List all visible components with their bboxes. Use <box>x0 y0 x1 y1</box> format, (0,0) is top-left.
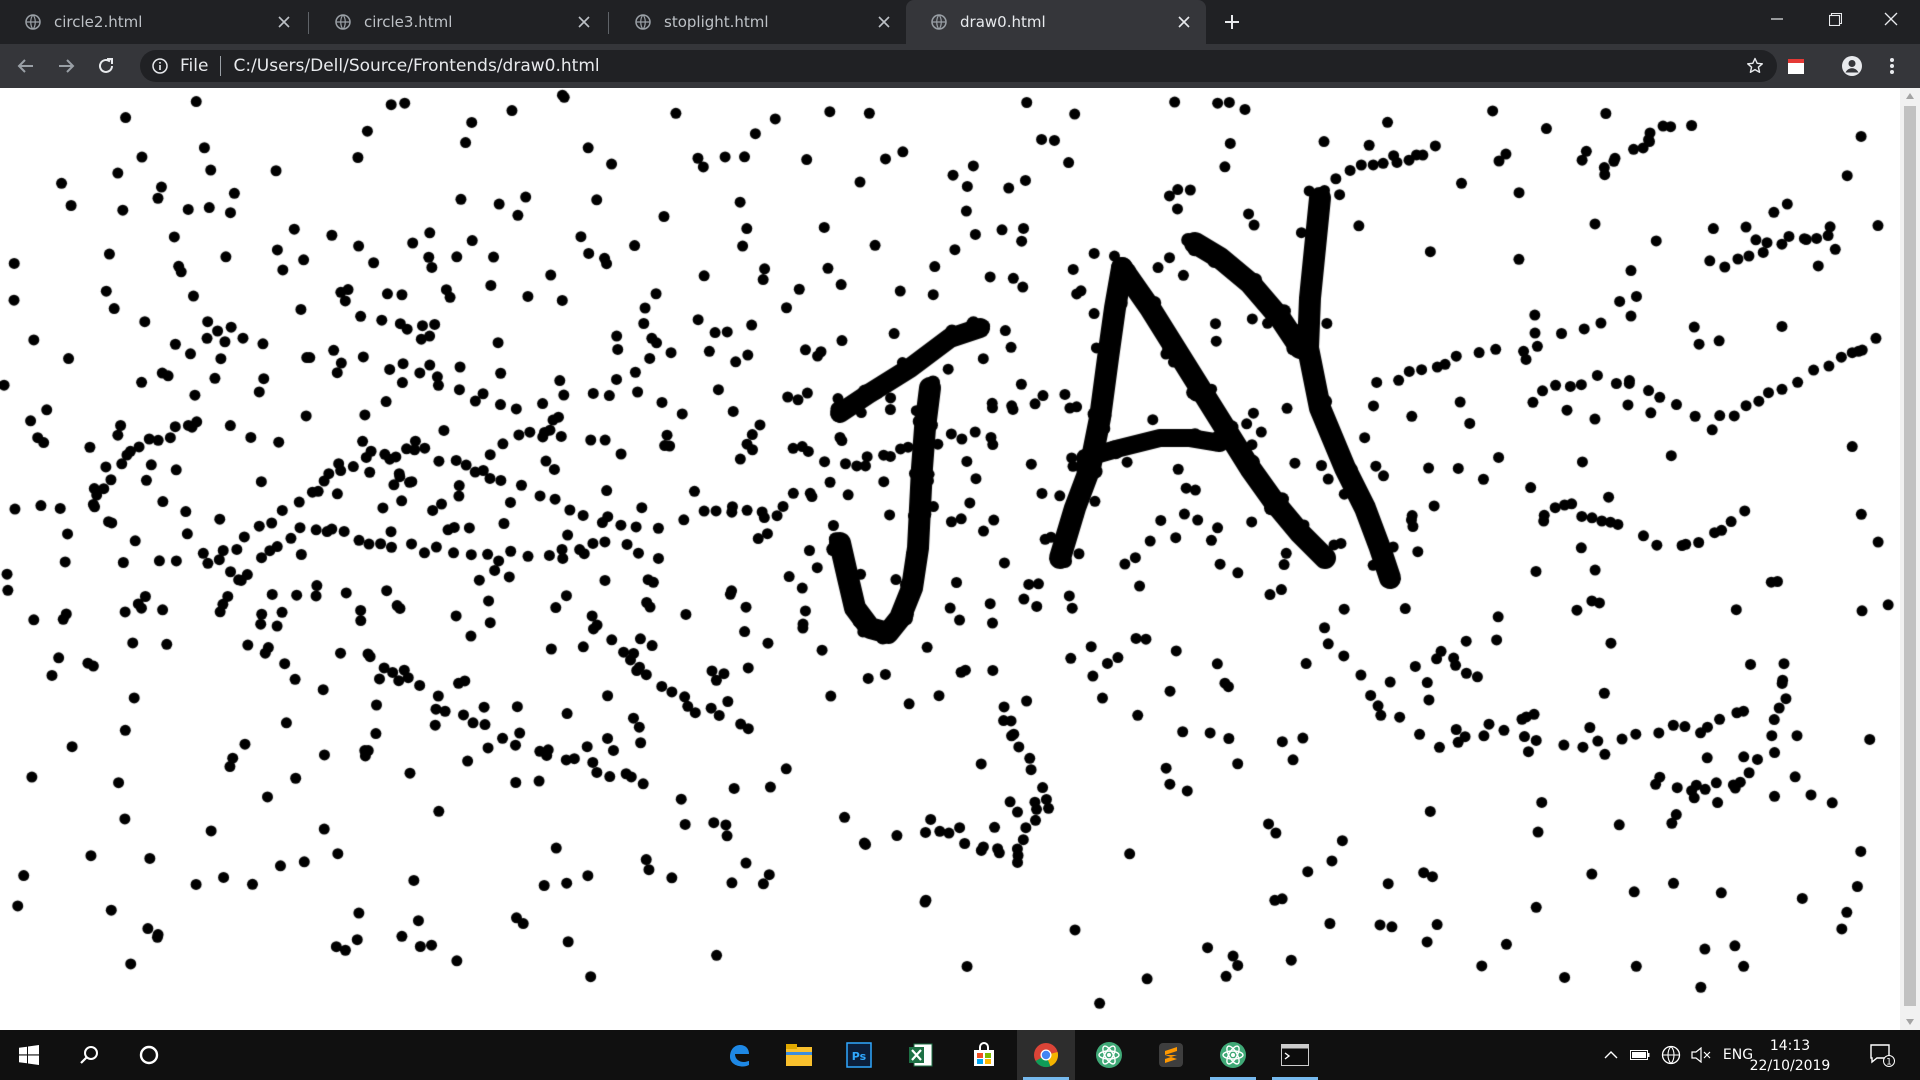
browser-toolbar: File C:/Users/Dell/Source/Frontends/draw… <box>0 44 1920 88</box>
globe-icon <box>24 13 42 31</box>
tab-circle2[interactable]: circle2.html <box>0 0 306 44</box>
terminal-icon[interactable] <box>1266 1030 1324 1080</box>
tab-title: draw0.html <box>960 13 1046 31</box>
tab-strip: circle2.html circle3.html stoplight.html… <box>0 0 1920 44</box>
account-icon[interactable] <box>1836 50 1868 82</box>
search-icon[interactable] <box>60 1030 118 1080</box>
scheme-label: File <box>180 56 209 76</box>
tab-circle3[interactable]: circle3.html <box>310 0 606 44</box>
info-icon[interactable] <box>150 56 170 76</box>
omnibox-separator <box>220 56 222 76</box>
scroll-down-arrow-icon[interactable] <box>1900 1014 1920 1030</box>
close-tab-icon[interactable] <box>272 10 296 34</box>
reload-icon[interactable] <box>90 50 122 82</box>
scrollbar[interactable] <box>1900 88 1920 1030</box>
tab-title: stoplight.html <box>664 13 769 31</box>
plus-icon[interactable] <box>1218 8 1246 36</box>
drawing-canvas[interactable] <box>0 88 1900 1030</box>
drawing-page <box>0 88 1900 1030</box>
excel-icon[interactable] <box>892 1030 950 1080</box>
speaker-muted-icon[interactable] <box>1688 1030 1714 1080</box>
system-clock[interactable]: 14:13 22/10/2019 <box>1745 1036 1835 1076</box>
chevron-up-icon[interactable] <box>1600 1030 1622 1080</box>
tab-separator <box>308 12 309 34</box>
notifications-icon[interactable]: 1 <box>1862 1030 1902 1080</box>
clock-date: 22/10/2019 <box>1749 1058 1831 1074</box>
back-arrow-icon[interactable] <box>10 50 42 82</box>
windows-taskbar: Ps ENG 14:13 22/10/2019 1 <box>0 1030 1920 1080</box>
tab-title: circle2.html <box>54 13 143 31</box>
windows-start-icon[interactable] <box>0 1030 58 1080</box>
forward-arrow-icon[interactable] <box>50 50 82 82</box>
globe-icon <box>634 13 652 31</box>
close-tab-icon[interactable] <box>872 10 896 34</box>
sublime-text-icon[interactable] <box>1142 1030 1200 1080</box>
globe-icon <box>334 13 352 31</box>
atom-icon[interactable] <box>1080 1030 1138 1080</box>
scrollbar-thumb[interactable] <box>1904 106 1916 1006</box>
close-tab-icon[interactable] <box>1172 10 1196 34</box>
maximize-icon[interactable] <box>1806 0 1864 38</box>
calendar-extension-icon[interactable] <box>1780 50 1812 82</box>
network-globe-icon[interactable] <box>1658 1030 1684 1080</box>
globe-icon <box>930 13 948 31</box>
atom-icon[interactable] <box>1204 1030 1262 1080</box>
edge-icon[interactable] <box>710 1030 768 1080</box>
file-explorer-icon[interactable] <box>770 1030 828 1080</box>
cortana-icon[interactable] <box>120 1030 178 1080</box>
close-tab-icon[interactable] <box>572 10 596 34</box>
tab-separator <box>608 12 609 34</box>
photoshop-icon[interactable]: Ps <box>830 1030 888 1080</box>
tab-title: circle3.html <box>364 13 453 31</box>
store-icon[interactable] <box>955 1030 1013 1080</box>
url-text[interactable]: C:/Users/Dell/Source/Frontends/draw0.htm… <box>233 56 599 76</box>
tab-stoplight[interactable]: stoplight.html <box>610 0 906 44</box>
notification-count: 1 <box>1886 1058 1892 1068</box>
scroll-up-arrow-icon[interactable] <box>1900 88 1920 104</box>
clock-time: 14:13 <box>1769 1038 1811 1054</box>
address-bar[interactable]: File C:/Users/Dell/Source/Frontends/draw… <box>140 50 1777 82</box>
svg-text:Ps: Ps <box>852 1050 867 1063</box>
battery-icon[interactable] <box>1628 1030 1652 1080</box>
star-icon[interactable] <box>1745 56 1765 76</box>
close-icon[interactable] <box>1862 0 1920 38</box>
kebab-menu-icon[interactable] <box>1876 50 1908 82</box>
minimize-icon[interactable] <box>1748 0 1806 38</box>
tab-draw0[interactable]: draw0.html <box>906 0 1206 44</box>
chrome-icon[interactable] <box>1017 1030 1075 1080</box>
